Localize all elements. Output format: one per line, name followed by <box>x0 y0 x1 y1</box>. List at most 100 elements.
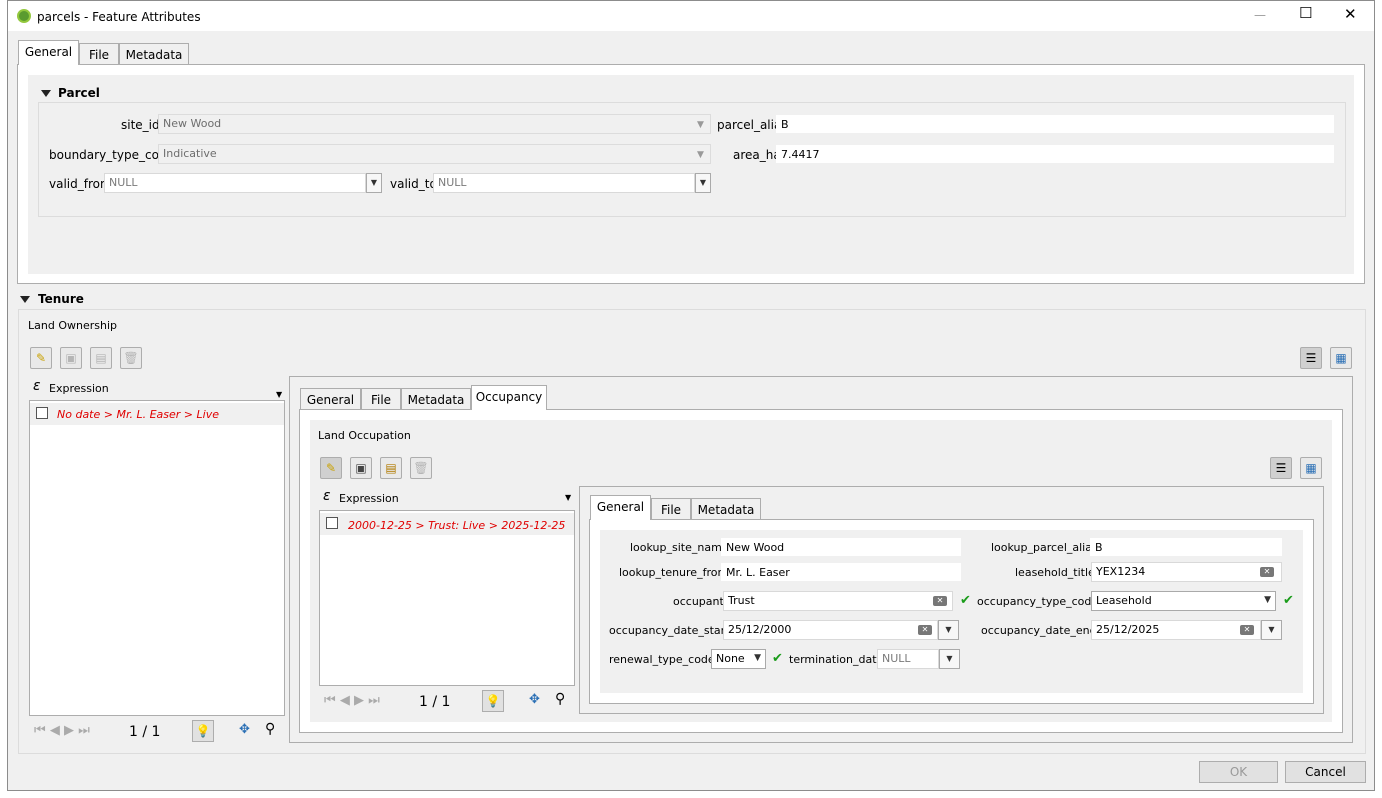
clear-icon[interactable]: ✕ <box>1240 625 1254 635</box>
tab-metadata[interactable]: Metadata <box>691 498 761 520</box>
tab-occupancy[interactable]: Occupancy <box>471 385 547 410</box>
area-ha-field[interactable]: 7.4417 <box>776 145 1334 163</box>
ownership-nav-arrows[interactable]: ⏮ ◀ ▶ ⏭ <box>34 723 90 738</box>
table-view-button[interactable]: ▦ <box>1300 457 1322 479</box>
collapse-triangle-icon[interactable] <box>41 90 51 97</box>
renewal-type-code-label: renewal_type_code <box>609 653 715 666</box>
lookup-site-name-field[interactable]: New Wood <box>721 538 961 556</box>
parcel-alias-field[interactable]: B <box>776 115 1334 133</box>
clear-icon[interactable]: ✕ <box>918 625 932 635</box>
delete-feature-button[interactable]: 🗑 <box>410 457 432 479</box>
occupation-nav-arrows[interactable]: ⏮ ◀ ▶ ⏭ <box>324 693 380 708</box>
clear-icon[interactable]: ✕ <box>933 596 947 606</box>
occupancy-date-start-label: occupancy_date_start <box>609 624 730 637</box>
termination-date-label: termination_date <box>789 653 884 666</box>
occupancy-type-combo[interactable]: Leasehold ▼ <box>1091 591 1276 611</box>
form-view-icon: ☰ <box>1305 351 1317 365</box>
valid-from-label: valid_from <box>49 177 112 191</box>
chevron-down-icon[interactable]: ▼ <box>565 493 571 502</box>
save-button[interactable]: ▣ <box>60 347 82 369</box>
tab-metadata[interactable]: Metadata <box>401 388 471 410</box>
pencil-icon: ✎ <box>35 351 47 365</box>
leasehold-title-field[interactable]: YEX1234 <box>1091 562 1282 582</box>
form-view-button[interactable]: ☰ <box>1300 347 1322 369</box>
tab-file[interactable]: File <box>79 43 119 65</box>
occupancy-date-end-field[interactable]: 25/12/2025 <box>1091 620 1261 640</box>
delete-feature-button[interactable]: 🗑 <box>120 347 142 369</box>
chevron-down-icon[interactable]: ▼ <box>276 390 282 399</box>
site-id-combo[interactable]: New Wood <box>158 114 711 134</box>
date-start-dropdown[interactable]: ▼ <box>938 620 959 640</box>
valid-check-icon: ✔ <box>772 651 783 666</box>
add-feature-icon: ▤ <box>385 461 397 475</box>
occupancy-date-end-label: occupancy_date_end <box>981 624 1097 637</box>
chevron-down-icon: ▼ <box>697 150 704 160</box>
form-view-icon: ☰ <box>1275 461 1287 475</box>
zoom-to-icon[interactable]: ⚲ <box>555 691 565 707</box>
save-button[interactable]: ▣ <box>350 457 372 479</box>
lookup-tenure-from-field[interactable]: Mr. L. Easer <box>721 563 961 581</box>
area-ha-label: area_ha <box>733 148 781 162</box>
window-title: parcels - Feature Attributes <box>37 10 201 24</box>
cancel-button[interactable]: Cancel <box>1285 761 1366 783</box>
tab-general[interactable]: General <box>300 388 361 410</box>
chevron-down-icon: ▼ <box>754 653 761 663</box>
list-item[interactable]: 2000-12-25 > Trust: Live > 2025-12-25 <box>348 519 565 532</box>
valid-from-dropdown[interactable]: ▼ <box>366 173 382 193</box>
tab-general[interactable]: General <box>18 40 79 65</box>
chevron-down-icon: ▼ <box>1264 595 1271 605</box>
valid-to-field[interactable]: NULL <box>433 173 695 193</box>
boundary-type-combo[interactable]: Indicative <box>158 144 711 164</box>
form-view-button[interactable]: ☰ <box>1270 457 1292 479</box>
valid-check-icon: ✔ <box>960 593 971 608</box>
clear-icon[interactable]: ✕ <box>1260 567 1274 577</box>
add-feature-button[interactable]: ▤ <box>90 347 112 369</box>
lightbulb-button[interactable]: 💡 <box>192 720 214 742</box>
lightbulb-button[interactable]: 💡 <box>482 690 504 712</box>
edit-toggle-button[interactable]: ✎ <box>30 347 52 369</box>
ownership-nav-count: 1 / 1 <box>129 724 161 740</box>
chevron-down-icon: ▼ <box>697 120 704 130</box>
table-view-icon: ▦ <box>1305 461 1317 475</box>
list-item-checkbox[interactable] <box>326 517 338 529</box>
valid-from-field[interactable]: NULL <box>104 173 366 193</box>
parcel-heading: Parcel <box>58 86 100 100</box>
zoom-to-icon[interactable]: ⚲ <box>265 721 275 737</box>
detail-tab-bar: General File Metadata <box>590 495 890 520</box>
add-feature-icon: ▤ <box>95 351 107 365</box>
minimize-button[interactable]: — <box>1254 8 1266 22</box>
expression-label: Expression <box>339 492 399 505</box>
lightbulb-icon: 💡 <box>485 694 501 708</box>
close-button[interactable]: ✕ <box>1344 7 1357 22</box>
tenure-heading: Tenure <box>38 292 84 306</box>
tab-general[interactable]: General <box>590 495 651 520</box>
tab-file[interactable]: File <box>651 498 691 520</box>
occupancy-date-start-field[interactable]: 25/12/2000 <box>723 620 938 640</box>
save-icon: ▣ <box>355 461 367 475</box>
pan-to-icon[interactable]: ✥ <box>529 692 540 707</box>
valid-check-icon: ✔ <box>1283 593 1294 608</box>
land-occupation-label: Land Occupation <box>318 429 411 442</box>
valid-to-dropdown[interactable]: ▼ <box>695 173 711 193</box>
lookup-site-name-label: lookup_site_name <box>630 541 729 554</box>
title-bar: parcels - Feature Attributes — ☐ ✕ <box>8 1 1374 31</box>
date-end-dropdown[interactable]: ▼ <box>1261 620 1282 640</box>
collapse-triangle-icon[interactable] <box>20 296 30 303</box>
tab-metadata[interactable]: Metadata <box>119 43 189 65</box>
table-view-button[interactable]: ▦ <box>1330 347 1352 369</box>
list-item[interactable]: No date > Mr. L. Easer > Live <box>57 408 219 421</box>
ok-button[interactable]: OK <box>1199 761 1278 783</box>
list-item-checkbox[interactable] <box>36 407 48 419</box>
valid-to-label: valid_to <box>390 177 437 191</box>
termination-date-dropdown[interactable]: ▼ <box>939 649 960 669</box>
occupant-field[interactable]: Trust <box>723 591 953 611</box>
termination-date-field[interactable]: NULL <box>877 649 939 669</box>
maximize-button[interactable]: ☐ <box>1299 6 1312 21</box>
tab-file[interactable]: File <box>361 388 401 410</box>
pan-to-icon[interactable]: ✥ <box>239 722 250 737</box>
edit-toggle-button[interactable]: ✎ <box>320 457 342 479</box>
occupation-feature-list: 2000-12-25 > Trust: Live > 2025-12-25 <box>319 510 575 686</box>
lookup-parcel-alias-field[interactable]: B <box>1090 538 1282 556</box>
renewal-type-combo[interactable]: None ▼ <box>711 649 766 669</box>
add-feature-button[interactable]: ▤ <box>380 457 402 479</box>
